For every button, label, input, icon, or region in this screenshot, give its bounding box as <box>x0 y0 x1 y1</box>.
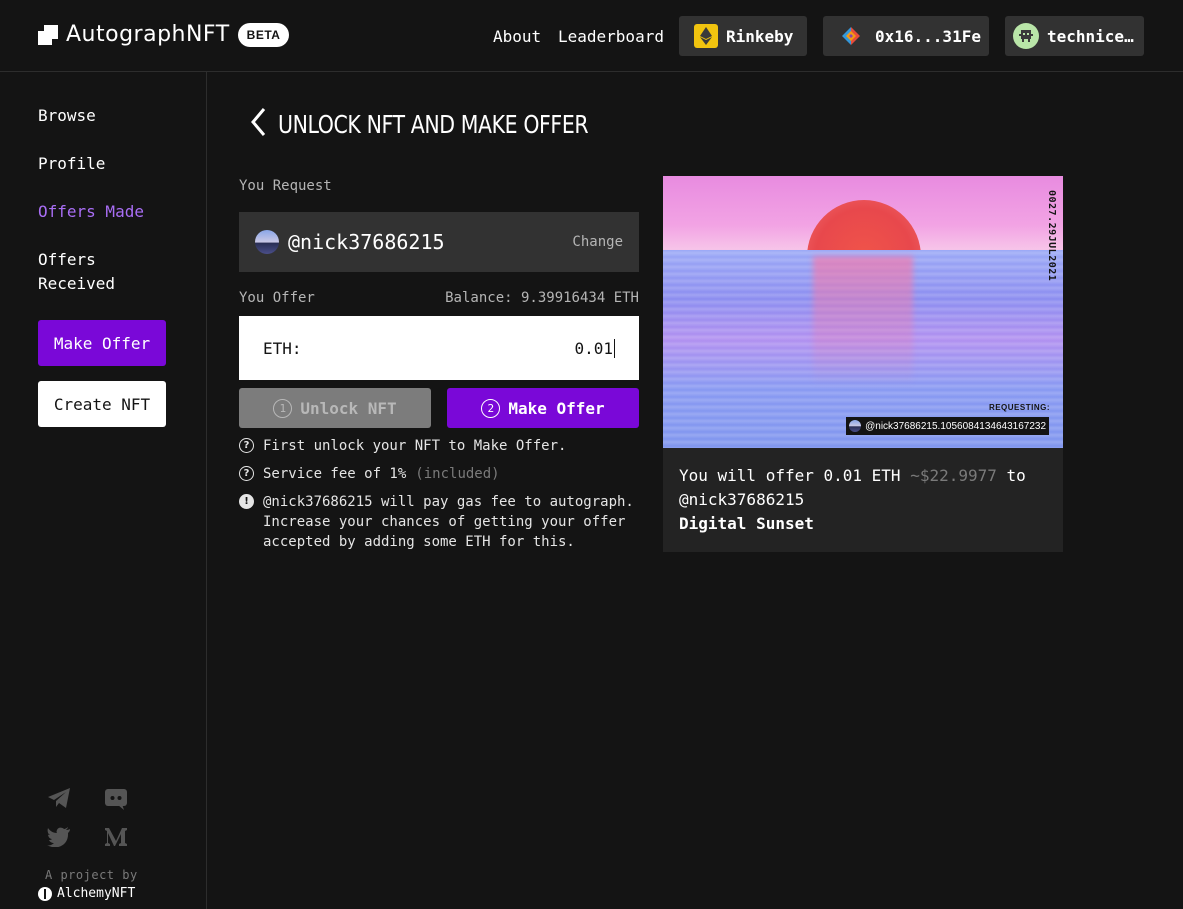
question-icon: ? <box>239 438 254 453</box>
nav-about[interactable]: About <box>493 27 541 46</box>
make-offer-button[interactable]: 2 Make Offer <box>447 388 639 428</box>
balance-label: Balance: 9.39916434 ETH <box>445 290 639 306</box>
unlock-note-text: First unlock your NFT to Make Offer. <box>263 438 567 454</box>
avatar <box>255 230 279 254</box>
wallet-avatar-icon <box>839 24 863 48</box>
nft-date-stamp: 0027.29JUL2021 <box>1046 190 1057 282</box>
create-nft-button[interactable]: Create NFT <box>38 381 166 427</box>
logo-icon <box>38 24 58 45</box>
wallet-button[interactable]: 0x16...31Fe <box>823 16 989 56</box>
discord-icon[interactable] <box>103 786 129 812</box>
medium-icon[interactable] <box>103 824 129 850</box>
sidebar: Browse Profile Offers Made Offers Receiv… <box>0 72 207 909</box>
step-2-icon: 2 <box>481 398 501 418</box>
page-title: UNLOCK NFT AND MAKE OFFER <box>278 109 589 139</box>
beta-badge: BETA <box>237 22 290 47</box>
sidebar-item-offers-received[interactable]: Offers Received <box>38 248 128 296</box>
page-header: UNLOCK NFT AND MAKE OFFER <box>248 106 656 142</box>
nft-requesting-label: REQUESTING: <box>988 403 1050 412</box>
fee-note-text: Service fee of 1% <box>263 466 407 482</box>
nft-handle-tag: @nick37686215.1056084134643167232 <box>846 417 1049 435</box>
unlock-nft-button[interactable]: 1 Unlock NFT <box>239 388 431 428</box>
nft-image: 0027.29JUL2021 REQUESTING: @nick37686215… <box>663 176 1063 448</box>
alchemy-link[interactable]: AlchemyNFT <box>38 886 135 901</box>
alchemy-label: AlchemyNFT <box>57 886 136 901</box>
sidebar-item-profile[interactable]: Profile <box>38 152 105 176</box>
app-logo[interactable]: AutographNFT BETA <box>38 22 290 47</box>
offer-usd-value: ~$22.9977 <box>910 466 997 485</box>
back-chevron-icon[interactable] <box>248 106 268 142</box>
avatar <box>849 420 862 432</box>
make-offer-sidebar-button[interactable]: Make Offer <box>38 320 166 366</box>
alien-avatar-icon <box>1013 23 1039 49</box>
nft-title: Digital Sunset <box>679 514 814 533</box>
fee-note: ? Service fee of 1% (included) <box>239 464 500 484</box>
unlock-nft-label: Unlock NFT <box>300 398 397 418</box>
twitter-icon[interactable] <box>46 824 72 850</box>
offer-summary-text: You will offer 0.01 ETH <box>679 466 901 485</box>
request-handle: @nick37686215 <box>288 230 445 254</box>
question-icon: ? <box>239 466 254 481</box>
offer-to-text: to <box>1006 466 1026 485</box>
alert-icon: ! <box>239 494 254 509</box>
ethereum-icon <box>694 24 718 48</box>
you-offer-label: You Offer <box>239 290 315 306</box>
requested-nft-field: @nick37686215 Change <box>239 212 639 272</box>
sidebar-item-browse[interactable]: Browse <box>38 104 96 128</box>
offer-recipient: @nick37686215 <box>679 490 805 509</box>
step-1-icon: 1 <box>273 398 293 418</box>
you-request-label: You Request <box>239 178 332 194</box>
user-name: technice… <box>1047 26 1134 46</box>
wallet-address: 0x16...31Fe <box>875 26 981 46</box>
gas-note-text: @nick37686215 will pay gas fee to autogr… <box>263 494 634 550</box>
make-offer-label: Make Offer <box>508 398 605 418</box>
eth-amount-input[interactable]: ETH: 0.01 <box>239 316 639 380</box>
sidebar-item-offers-made[interactable]: Offers Made <box>38 200 144 224</box>
nav-leaderboard[interactable]: Leaderboard <box>558 27 664 46</box>
eth-input-value[interactable]: 0.01 <box>574 338 615 358</box>
fee-included-text: (included) <box>415 466 500 482</box>
unlock-note: ? First unlock your NFT to Make Offer. <box>239 436 566 456</box>
user-menu-button[interactable]: technice… <box>1005 16 1144 56</box>
eth-input-label: ETH: <box>263 338 302 358</box>
nft-handle-text: @nick37686215.1056084134643167232 <box>865 420 1046 432</box>
change-link[interactable]: Change <box>572 234 623 250</box>
gas-note: ! @nick37686215 will pay gas fee to auto… <box>239 492 639 552</box>
network-label: Rinkeby <box>726 26 794 46</box>
alchemy-logo-icon <box>38 886 52 901</box>
project-by-label: A project by <box>45 868 138 882</box>
network-button[interactable]: Rinkeby <box>679 16 807 56</box>
telegram-icon[interactable] <box>46 785 72 811</box>
offer-summary: You will offer 0.01 ETH ~$22.9977 to @ni… <box>663 448 1063 552</box>
logo-text: AutographNFT <box>66 22 230 47</box>
top-header: AutographNFT BETA About Leaderboard Rink… <box>0 0 1183 72</box>
